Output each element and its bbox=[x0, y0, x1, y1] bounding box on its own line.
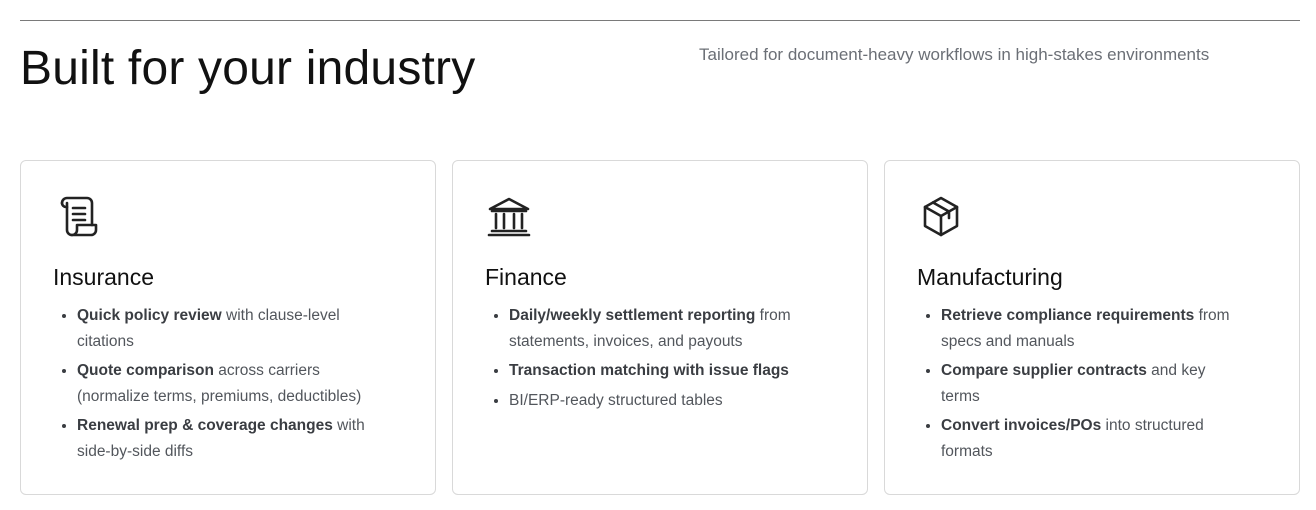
list-item-bold: Retrieve compliance requirements bbox=[941, 307, 1195, 324]
industry-cards: Insurance Quick policy review with claus… bbox=[20, 160, 1300, 495]
package-icon bbox=[917, 193, 965, 241]
list-item: Quick policy review with clause-level ci… bbox=[53, 303, 383, 354]
list-item-bold: Renewal prep & coverage changes bbox=[77, 417, 333, 434]
bank-icon bbox=[485, 193, 533, 241]
list-item-bold: Compare supplier contracts bbox=[941, 362, 1147, 379]
page-title: Built for your industry bbox=[20, 42, 476, 95]
list-item: Convert invoices/POs into structured for… bbox=[917, 413, 1247, 464]
list-item: Retrieve compliance requirements from sp… bbox=[917, 303, 1247, 354]
card-insurance: Insurance Quick policy review with claus… bbox=[20, 160, 436, 495]
list-item: Transaction matching with issue flags bbox=[485, 358, 815, 384]
list-item-bold: Quote comparison bbox=[77, 362, 214, 379]
list-item: Compare supplier contracts and key terms bbox=[917, 358, 1247, 409]
top-divider bbox=[20, 20, 1300, 21]
list-item: Renewal prep & coverage changes with sid… bbox=[53, 413, 383, 464]
list-item-bold: Transaction matching with issue flags bbox=[509, 362, 789, 379]
card-title: Manufacturing bbox=[917, 264, 1063, 290]
list-item: Daily/weekly settlement reporting from s… bbox=[485, 303, 815, 354]
list-item-bold: Quick policy review bbox=[77, 307, 222, 324]
card-finance: Finance Daily/weekly settlement reportin… bbox=[452, 160, 868, 495]
card-manufacturing: Manufacturing Retrieve compliance requir… bbox=[884, 160, 1300, 495]
list-item: BI/ERP-ready structured tables bbox=[485, 388, 815, 414]
card-title: Insurance bbox=[53, 264, 155, 290]
scroll-icon bbox=[53, 193, 101, 241]
card-title: Finance bbox=[485, 264, 567, 290]
list-item-bold: Convert invoices/POs bbox=[941, 417, 1102, 434]
card-bullet-list: Quick policy review with clause-level ci… bbox=[53, 303, 403, 464]
page-subtitle: Tailored for document-heavy workflows in… bbox=[699, 45, 1210, 64]
list-item-bold: Daily/weekly settlement reporting bbox=[509, 307, 756, 324]
card-bullet-list: Daily/weekly settlement reporting from s… bbox=[485, 303, 835, 413]
card-bullet-list: Retrieve compliance requirements from sp… bbox=[917, 303, 1267, 464]
industry-section: Built for your industry Tailored for doc… bbox=[0, 0, 1316, 510]
list-item: Quote comparison across carriers (normal… bbox=[53, 358, 383, 409]
list-item-text: BI/ERP-ready structured tables bbox=[509, 391, 723, 409]
